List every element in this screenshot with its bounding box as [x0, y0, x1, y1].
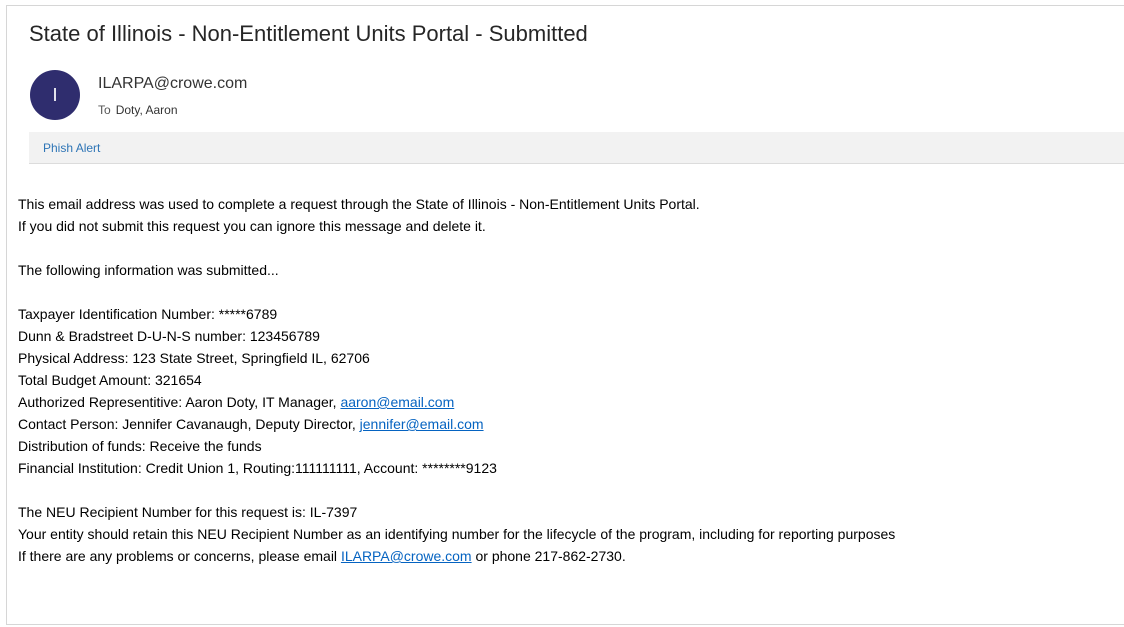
financial-line: Financial Institution: Credit Union 1, R… — [18, 460, 497, 476]
auth-rep-text: Authorized Representitive: Aaron Doty, I… — [18, 394, 341, 410]
email-reading-pane: State of Illinois - Non-Entitlement Unit… — [6, 5, 1124, 625]
distribution-line: Distribution of funds: Receive the funds — [18, 438, 262, 454]
recipient-line: To Doty, Aaron — [98, 103, 178, 117]
address-line: Physical Address: 123 State Street, Spri… — [18, 350, 370, 366]
problems-phone-text: or phone 217-862-2730. — [471, 548, 626, 564]
submitted-heading: The following information was submitted.… — [18, 262, 279, 278]
intro-line-1: This email address was used to complete … — [18, 196, 700, 212]
tin-line: Taxpayer Identification Number: *****678… — [18, 306, 278, 322]
neu-number-line: The NEU Recipient Number for this reques… — [18, 504, 358, 520]
contact-email-link[interactable]: jennifer@email.com — [360, 416, 484, 432]
to-label: To — [98, 103, 111, 117]
contact-line: Contact Person: Jennifer Cavanaugh, Depu… — [18, 413, 895, 435]
phish-alert-button[interactable]: Phish Alert — [43, 141, 100, 155]
auth-rep-email-link[interactable]: aaron@email.com — [340, 394, 454, 410]
intro-line-2: If you did not submit this request you c… — [18, 218, 486, 234]
sender-avatar[interactable]: I — [30, 70, 80, 120]
budget-line: Total Budget Amount: 321654 — [18, 372, 202, 388]
problems-text: If there are any problems or concerns, p… — [18, 548, 341, 564]
support-email-link[interactable]: ILARPA@crowe.com — [341, 548, 472, 564]
addin-bar: Phish Alert — [29, 132, 1124, 164]
retain-line: Your entity should retain this NEU Recip… — [18, 526, 896, 542]
contact-text: Contact Person: Jennifer Cavanaugh, Depu… — [18, 416, 360, 432]
sender-address[interactable]: ILARPA@crowe.com — [98, 75, 247, 93]
recipient-name[interactable]: Doty, Aaron — [116, 103, 178, 117]
auth-rep-line: Authorized Representitive: Aaron Doty, I… — [18, 391, 895, 413]
email-subject: State of Illinois - Non-Entitlement Unit… — [29, 21, 588, 46]
email-body: This email address was used to complete … — [18, 193, 895, 567]
problems-line: If there are any problems or concerns, p… — [18, 545, 895, 567]
duns-line: Dunn & Bradstreet D-U-N-S number: 123456… — [18, 328, 320, 344]
avatar-initial: I — [52, 84, 58, 105]
